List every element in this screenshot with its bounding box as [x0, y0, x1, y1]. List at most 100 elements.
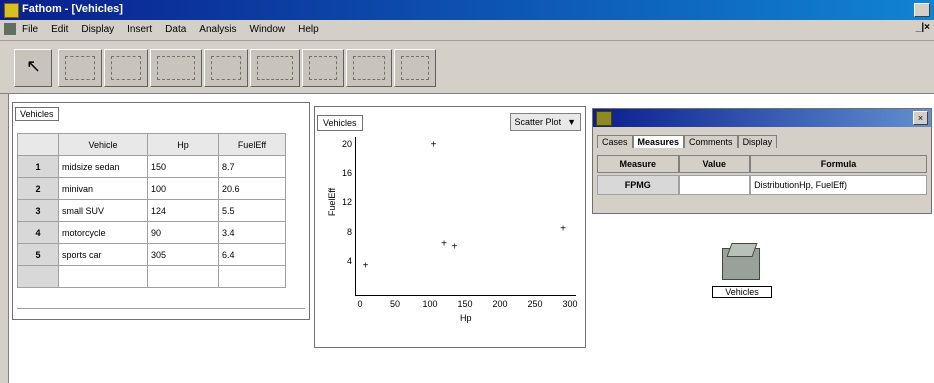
summary-icon	[211, 56, 241, 80]
scatter-point[interactable]: +	[431, 140, 437, 151]
table-cell[interactable]: 124	[147, 199, 219, 222]
table-cell[interactable]: 150	[147, 155, 219, 178]
menu-item-analysis[interactable]: Analysis	[199, 24, 236, 35]
x-tick-label: 250	[527, 299, 543, 309]
table-cell-empty[interactable]	[147, 265, 219, 288]
menu-bar: File Edit Display Insert Data Analysis Window H…	[0, 20, 934, 41]
inspector-title-bar[interactable]: ×	[593, 109, 931, 127]
table-cell[interactable]: 5.5	[218, 199, 286, 222]
table-cell[interactable]: 3.4	[218, 221, 286, 244]
estimate-icon	[257, 56, 293, 80]
table-tool-button[interactable]	[104, 49, 148, 87]
column-header-formula: Formula	[750, 155, 928, 173]
scatter-point[interactable]: +	[560, 223, 566, 234]
table-cell[interactable]: motorcycle	[58, 221, 148, 244]
menu-item-file[interactable]: File	[22, 24, 38, 35]
horizontal-scrollbar[interactable]	[17, 308, 305, 317]
text-icon	[401, 56, 429, 80]
measure-value-cell[interactable]	[678, 175, 751, 195]
tab-cases[interactable]: Cases	[597, 135, 633, 148]
slider-icon	[353, 56, 385, 80]
plot-type-dropdown[interactable]: Scatter Plot ▼	[509, 113, 581, 131]
table-cell[interactable]: 20.6	[218, 177, 286, 200]
graph-window[interactable]: Vehicles Scatter Plot ▼ FuelEff Hp 4 8 12 16…	[314, 106, 586, 348]
tab-measures[interactable]: Measures	[632, 135, 685, 148]
table-cell[interactable]: 8.7	[218, 155, 286, 178]
inspector-tabs: Cases Measures Comments Display	[597, 135, 778, 148]
table-cell[interactable]: 6.4	[218, 243, 286, 266]
table-row[interactable]: 1 midsize sedan 150 8.7	[17, 155, 286, 178]
close-icon[interactable]: ×	[913, 111, 928, 125]
tab-display[interactable]: Display	[737, 135, 778, 148]
inspector-icon	[596, 111, 612, 126]
table-cell[interactable]: small SUV	[58, 199, 148, 222]
table-row[interactable]: 4 motorcycle 90 3.4	[17, 221, 286, 244]
document-workspace[interactable]: Vehicles Vehicle Hp FuelEff 1 midsize se…	[0, 94, 934, 383]
table-cell[interactable]: 305	[147, 243, 219, 266]
scatter-plot-area[interactable]: FuelEff Hp 4 8 12 16 20 0 50 100 150 200 250 300 + + +…	[327, 137, 578, 323]
inspector-window[interactable]: × Cases Measures Comments Display Measur…	[592, 108, 932, 214]
menu-item-display[interactable]: Display	[81, 24, 114, 35]
column-header-hp[interactable]: Hp	[147, 133, 219, 156]
graph-tool-button[interactable]	[150, 49, 202, 87]
menu-item-insert[interactable]: Insert	[127, 24, 152, 35]
table-cell-empty[interactable]	[218, 265, 286, 288]
test-icon	[309, 56, 337, 80]
collection-tool-button[interactable]	[58, 49, 102, 87]
mdi-controls[interactable]: _|×	[916, 22, 930, 33]
collection-icon	[65, 56, 95, 80]
document-icon[interactable]	[4, 23, 16, 35]
table-cell[interactable]: midsize sedan	[58, 155, 148, 178]
row-number-header	[17, 133, 59, 156]
slider-tool-button[interactable]	[346, 49, 392, 87]
scatter-point[interactable]: +	[363, 261, 369, 272]
column-header-fueleff[interactable]: FuelEff	[218, 133, 286, 156]
table-cell[interactable]: 90	[147, 221, 219, 244]
dropdown-arrow-icon: ▼	[567, 117, 576, 127]
menu-item-edit[interactable]: Edit	[51, 24, 68, 35]
column-header-vehicle[interactable]: Vehicle	[58, 133, 148, 156]
test-tool-button[interactable]	[302, 49, 344, 87]
x-tick-label: 150	[457, 299, 473, 309]
collection-box-icon[interactable]	[722, 248, 760, 280]
table-cell-empty[interactable]	[58, 265, 148, 288]
arrow-icon: ↖	[26, 56, 42, 76]
measure-row[interactable]: FPMG DistributionHp, FuelEff)	[597, 175, 927, 195]
x-axis-label[interactable]: Hp	[460, 313, 472, 323]
select-tool-button[interactable]: ↖	[14, 49, 52, 87]
menu-item-data[interactable]: Data	[165, 24, 186, 35]
table-row-empty[interactable]	[17, 265, 286, 288]
window-controls-button[interactable]	[914, 3, 930, 17]
row-number: 1	[17, 155, 59, 178]
x-tick-label: 0	[357, 299, 363, 309]
estimate-tool-button[interactable]	[250, 49, 300, 87]
y-tick-label: 20	[341, 139, 352, 149]
measure-name-cell[interactable]: FPMG	[597, 175, 679, 195]
collection-label: Vehicles	[712, 286, 772, 298]
measure-formula-cell[interactable]: DistributionHp, FuelEff)	[750, 175, 927, 195]
summary-tool-button[interactable]	[204, 49, 248, 87]
x-tick-label: 200	[492, 299, 508, 309]
table-row[interactable]: 3 small SUV 124 5.5	[17, 199, 286, 222]
case-table-grid[interactable]: Vehicle Hp FuelEff 1 midsize sedan 150 8…	[17, 133, 286, 288]
app-icon	[4, 3, 19, 18]
inspector-column-headers: Measure Value Formula	[597, 155, 928, 173]
collection-box[interactable]: Vehicles	[712, 244, 772, 306]
menu-item-help[interactable]: Help	[298, 24, 319, 35]
scatter-point[interactable]: +	[452, 242, 458, 253]
case-table[interactable]: Vehicles Vehicle Hp FuelEff 1 midsize se…	[12, 102, 310, 320]
table-cell[interactable]: sports car	[58, 243, 148, 266]
title-bar: Fathom - [Vehicles]	[0, 0, 934, 20]
text-tool-button[interactable]	[394, 49, 436, 87]
menu-item-window[interactable]: Window	[250, 24, 286, 35]
toolbar: ↖	[0, 41, 934, 94]
row-number: 2	[17, 177, 59, 200]
tab-comments[interactable]: Comments	[684, 135, 738, 148]
table-row[interactable]: 2 minivan 100 20.6	[17, 177, 286, 200]
table-cell[interactable]: minivan	[58, 177, 148, 200]
graph-title: Vehicles	[317, 115, 363, 131]
scatter-point[interactable]: +	[441, 238, 447, 249]
table-cell[interactable]: 100	[147, 177, 219, 200]
table-row[interactable]: 5 sports car 305 6.4	[17, 243, 286, 266]
y-tick-label: 8	[346, 226, 352, 237]
